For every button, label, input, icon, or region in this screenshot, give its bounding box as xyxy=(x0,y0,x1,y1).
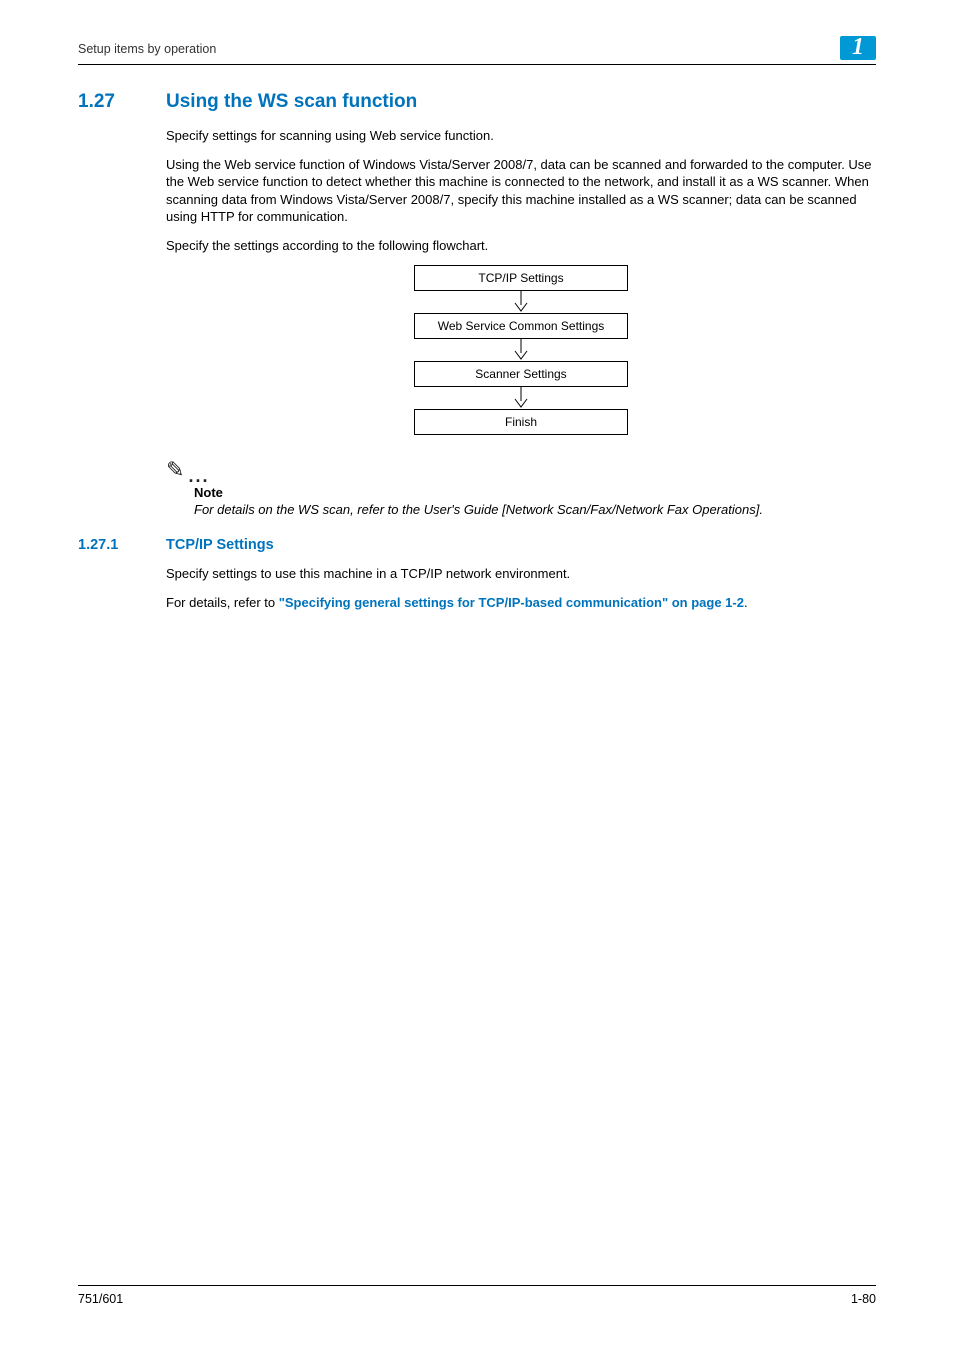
flow-step-scanner: Scanner Settings xyxy=(414,361,628,387)
page-footer: 751/601 1-80 xyxy=(78,1285,876,1306)
subsection-heading: 1.27.1 TCP/IP Settings xyxy=(78,537,876,553)
subsection-title: TCP/IP Settings xyxy=(166,537,274,553)
paragraph: Specify the settings according to the fo… xyxy=(166,237,876,255)
cross-reference-link[interactable]: "Specifying general settings for TCP/IP-… xyxy=(279,595,744,610)
footer-row: 751/601 1-80 xyxy=(78,1292,876,1306)
paragraph: Using the Web service function of Window… xyxy=(166,156,876,226)
page-container: Setup items by operation 1 1.27 Using th… xyxy=(0,0,954,1350)
subsection-body: Specify settings to use this machine in … xyxy=(166,565,876,611)
running-title: Setup items by operation xyxy=(78,36,216,56)
flow-arrow-icon xyxy=(414,387,628,409)
footer-model: 751/601 xyxy=(78,1292,123,1306)
paragraph: Specify settings to use this machine in … xyxy=(166,565,876,583)
section-heading: 1.27 Using the WS scan function xyxy=(78,91,876,113)
note-block: ✎ ... Note For details on the WS scan, r… xyxy=(166,457,876,519)
section-number: 1.27 xyxy=(78,91,166,113)
pen-icon: ✎ xyxy=(166,457,184,483)
flow-step-tcpip: TCP/IP Settings xyxy=(414,265,628,291)
running-header: Setup items by operation 1 xyxy=(78,36,876,60)
subsection-number: 1.27.1 xyxy=(78,537,166,553)
footer-rule xyxy=(78,1285,876,1286)
note-icon-row: ✎ ... xyxy=(166,457,876,483)
section-title: Using the WS scan function xyxy=(166,91,417,113)
note-label: Note xyxy=(194,485,876,500)
flow-arrow-icon xyxy=(414,339,628,361)
flow-step-webservice: Web Service Common Settings xyxy=(414,313,628,339)
ellipsis-icon: ... xyxy=(188,471,209,483)
flow-step-finish: Finish xyxy=(414,409,628,435)
section-body: Specify settings for scanning using Web … xyxy=(166,127,876,435)
chapter-number-tab: 1 xyxy=(840,36,876,60)
flowchart: TCP/IP Settings Web Service Common Setti… xyxy=(414,265,628,435)
text-fragment: . xyxy=(744,595,748,610)
paragraph-with-xref: For details, refer to "Specifying genera… xyxy=(166,594,876,612)
text-fragment: For details, refer to xyxy=(166,595,279,610)
flow-arrow-icon xyxy=(414,291,628,313)
footer-page-number: 1-80 xyxy=(851,1292,876,1306)
header-rule xyxy=(78,64,876,65)
note-text: For details on the WS scan, refer to the… xyxy=(194,502,876,519)
paragraph: Specify settings for scanning using Web … xyxy=(166,127,876,145)
